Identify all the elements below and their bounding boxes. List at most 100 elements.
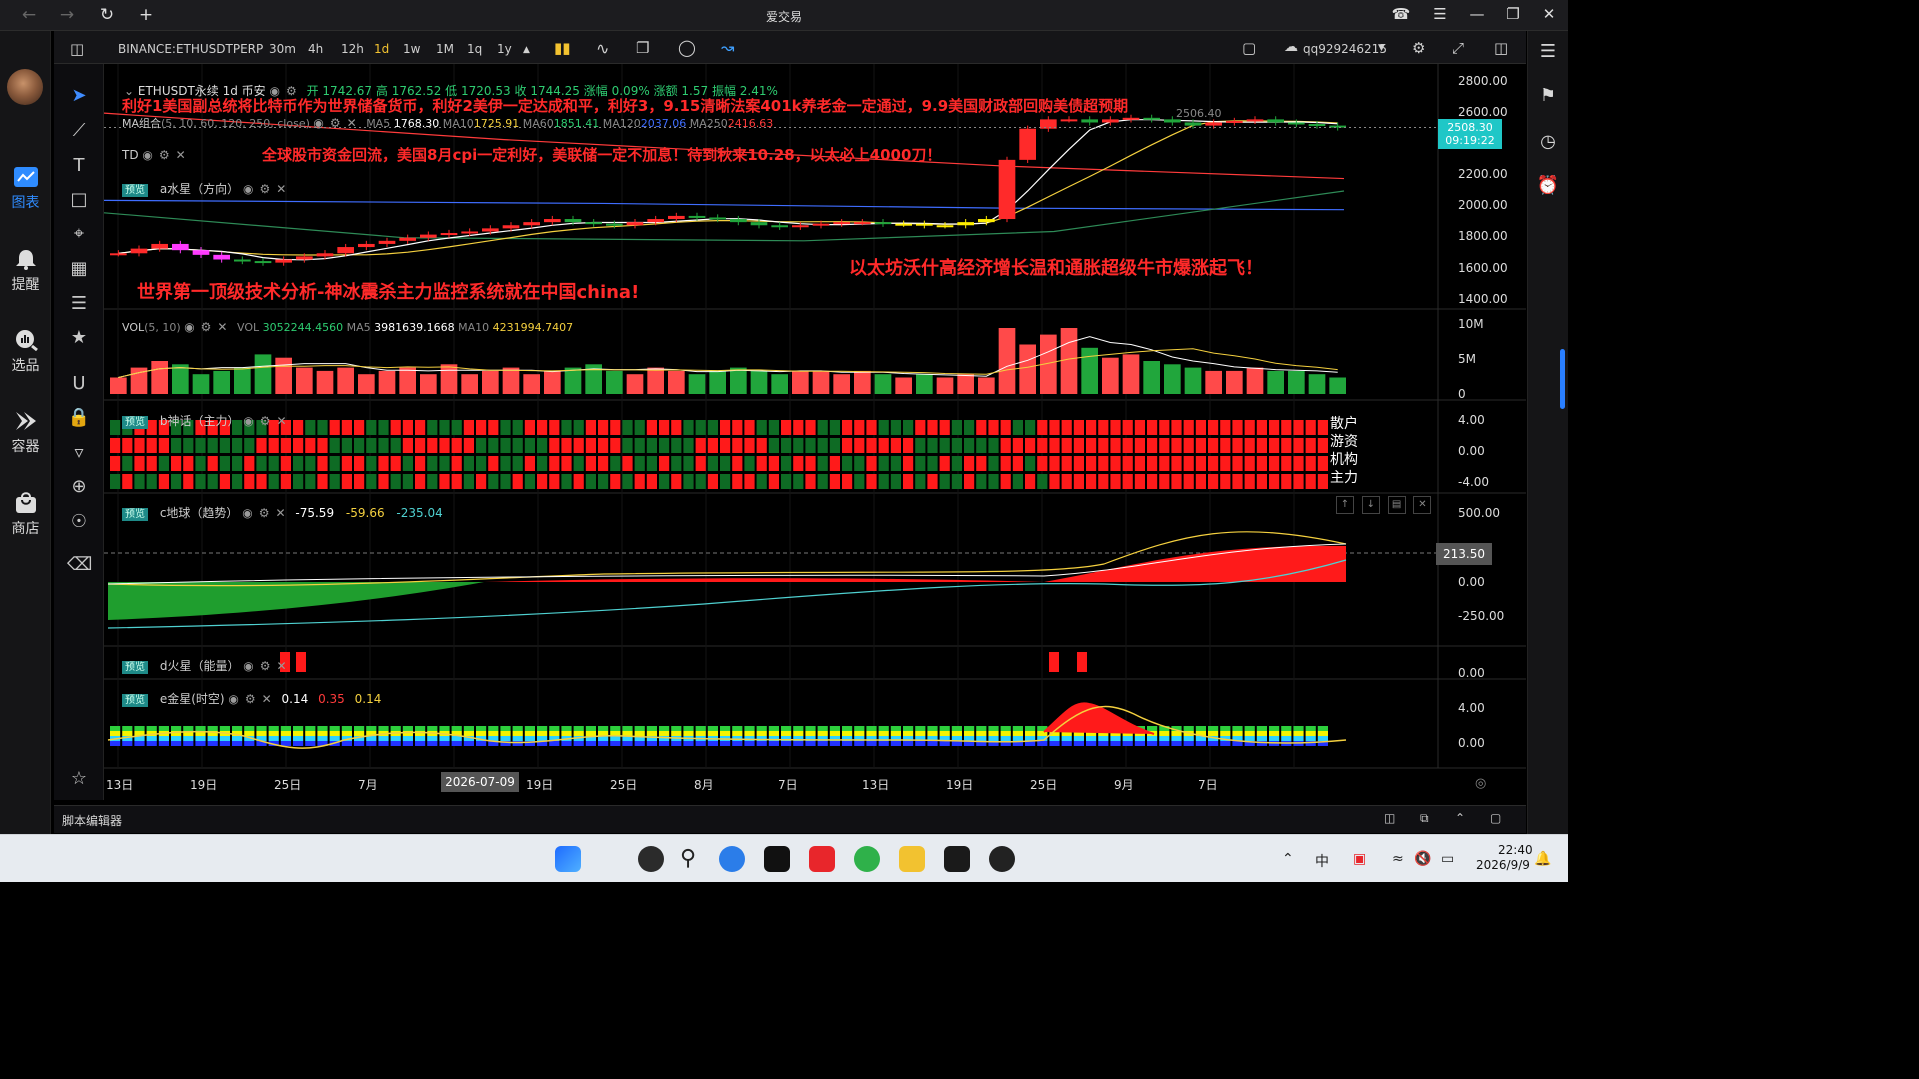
wps-icon[interactable] bbox=[809, 846, 835, 872]
b-matrix-cell bbox=[354, 456, 365, 471]
b-matrix-cell bbox=[1049, 456, 1060, 471]
tray-chevron-icon[interactable]: ⌃ bbox=[1282, 851, 1294, 867]
cloud-icon[interactable]: ☁ bbox=[1284, 39, 1298, 55]
text-icon[interactable]: T bbox=[67, 154, 91, 178]
candle-type-icon[interactable]: ▮▮ bbox=[554, 39, 571, 57]
b-matrix-cell bbox=[634, 456, 645, 471]
minimize-icon[interactable]: — bbox=[1466, 5, 1488, 23]
interval-1d[interactable]: 1d bbox=[374, 42, 389, 56]
close-pane-icon[interactable]: ✕ bbox=[1413, 496, 1432, 514]
settings-icon[interactable]: ⚙ bbox=[1412, 39, 1425, 57]
axis-settings-icon[interactable]: ◎ bbox=[1475, 776, 1486, 791]
chat-app-icon[interactable] bbox=[719, 846, 745, 872]
b-matrix-cell bbox=[341, 456, 352, 471]
nav-screener[interactable]: 选品 bbox=[0, 329, 51, 375]
maximize-icon[interactable]: ▢ bbox=[1490, 811, 1501, 825]
grid-icon[interactable]: ▦ bbox=[67, 257, 91, 281]
chart-area[interactable]: ⌄ ETHUSDT永续 1d 币安 ◉⚙ 开 1742.67 高 1762.52… bbox=[104, 64, 1526, 800]
timer-icon[interactable]: ◷ bbox=[1536, 131, 1560, 155]
ime-indicator[interactable]: 中 bbox=[1315, 851, 1329, 871]
e-band-cell bbox=[476, 726, 487, 731]
template-icon[interactable]: ❐ bbox=[636, 39, 649, 57]
qq-icon[interactable] bbox=[989, 846, 1015, 872]
cursor-icon[interactable]: ➤ bbox=[67, 84, 91, 108]
user-account[interactable]: qq929246215 bbox=[1303, 42, 1387, 56]
expand-icon[interactable]: ⤢ bbox=[1452, 39, 1464, 57]
crop-icon[interactable]: ⌖ bbox=[67, 222, 91, 246]
mute-icon[interactable]: 🔇 bbox=[1414, 851, 1431, 867]
panel-toggle-icon[interactable]: ◫ bbox=[1494, 39, 1508, 57]
eraser-icon[interactable]: ⌫ bbox=[67, 553, 92, 577]
script-editor-tab[interactable]: 脚本编辑器 bbox=[62, 812, 122, 829]
magnet-icon[interactable]: U bbox=[67, 372, 91, 396]
trading-app-icon[interactable] bbox=[899, 846, 925, 872]
symbol-selector[interactable]: BINANCE:ETHUSDTPERP bbox=[118, 42, 263, 56]
search-icon[interactable]: ⚲ bbox=[675, 846, 701, 872]
b-matrix-cell bbox=[1037, 456, 1048, 471]
battery-icon[interactable]: ▭ bbox=[1441, 851, 1454, 867]
wps-tray-icon[interactable]: ▣ bbox=[1353, 851, 1366, 867]
target-icon[interactable]: ⊕ bbox=[67, 475, 91, 499]
fib-icon[interactable]: ☰ bbox=[67, 292, 91, 316]
interval-dropdown-icon[interactable]: ▲ bbox=[523, 45, 530, 55]
rectangle-icon[interactable]: □ bbox=[67, 188, 91, 212]
e-band-cell bbox=[1000, 731, 1011, 736]
b-tick: 0.00 bbox=[1458, 444, 1485, 458]
start-icon[interactable] bbox=[555, 846, 581, 872]
fullscreen-box-icon[interactable]: ▢ bbox=[1242, 39, 1256, 57]
system-clock[interactable]: 22:40 2026/9/9 bbox=[1476, 843, 1533, 873]
interval-1q[interactable]: 1q bbox=[467, 42, 482, 56]
clock-icon[interactable]: ⏰ bbox=[1536, 175, 1560, 199]
interval-1M[interactable]: 1M bbox=[436, 42, 454, 56]
b-matrix-cell bbox=[146, 438, 157, 453]
qq-mail-icon[interactable] bbox=[944, 846, 970, 872]
lock-icon[interactable]: 🔒 bbox=[67, 406, 91, 430]
popout-icon[interactable]: ⧉ bbox=[1420, 811, 1429, 826]
watchlist-icon[interactable]: ☰ bbox=[1536, 41, 1560, 65]
nav-alert[interactable]: 提醒 bbox=[0, 248, 51, 294]
tiktok-icon[interactable] bbox=[764, 846, 790, 872]
widget-icon[interactable] bbox=[638, 846, 664, 872]
time-tick: 25日 bbox=[1030, 778, 1058, 792]
layout-panel-icon[interactable]: ◫ bbox=[70, 40, 84, 58]
interval-1w[interactable]: 1w bbox=[403, 42, 420, 56]
filter-icon[interactable]: ▿ bbox=[67, 441, 91, 465]
headset-icon[interactable]: ☎ bbox=[1390, 5, 1412, 23]
interval-30m[interactable]: 30m bbox=[269, 42, 296, 56]
interval-1y[interactable]: 1y bbox=[497, 42, 512, 56]
scrollbar[interactable] bbox=[1560, 349, 1565, 409]
e-band-cell bbox=[110, 726, 121, 731]
close-icon[interactable]: ✕ bbox=[1538, 5, 1560, 23]
time-tick: 13日 bbox=[106, 778, 134, 792]
hide-icon[interactable]: ☉ bbox=[67, 510, 91, 534]
nav-chart[interactable]: 图表 bbox=[0, 166, 51, 212]
e-band-cell bbox=[1244, 731, 1255, 736]
menu-icon[interactable]: ☰ bbox=[1429, 5, 1451, 23]
chevron-down-icon[interactable]: ▼ bbox=[1378, 43, 1385, 53]
interval-4h[interactable]: 4h bbox=[308, 42, 323, 56]
flag-icon[interactable]: ⚑ bbox=[1536, 85, 1560, 109]
wifi-icon[interactable]: ≈ bbox=[1392, 851, 1404, 867]
compare-icon[interactable]: ↝ bbox=[721, 38, 734, 57]
favorite-star-icon[interactable]: ☆ bbox=[67, 767, 91, 791]
browser-icon[interactable] bbox=[854, 846, 880, 872]
indicator-icon[interactable]: ∿ bbox=[596, 39, 609, 58]
nav-container[interactable]: 容器 bbox=[0, 410, 51, 456]
save-icon[interactable]: ◫ bbox=[1384, 811, 1395, 825]
move-down-icon[interactable]: ↓ bbox=[1361, 496, 1380, 514]
alert-add-icon[interactable]: ◯ bbox=[678, 38, 696, 57]
maximize-pane-icon[interactable]: ▤ bbox=[1387, 496, 1406, 514]
e-band-cell bbox=[451, 741, 462, 746]
restore-icon[interactable]: ❐ bbox=[1502, 5, 1524, 23]
notification-icon[interactable]: 🔔 bbox=[1534, 851, 1551, 867]
e-band-cell bbox=[1232, 731, 1243, 736]
b-matrix-cell bbox=[500, 474, 511, 489]
nav-store[interactable]: 商店 bbox=[0, 492, 51, 538]
chevron-up-icon[interactable]: ⌃ bbox=[1455, 811, 1465, 825]
move-up-icon[interactable]: ↑ bbox=[1336, 496, 1354, 514]
avatar[interactable] bbox=[7, 69, 43, 105]
interval-12h[interactable]: 12h bbox=[341, 42, 364, 56]
trendline-icon[interactable]: ⟋ bbox=[67, 119, 91, 143]
star-icon[interactable]: ★ bbox=[67, 326, 91, 350]
b-matrix-cell bbox=[122, 438, 133, 453]
